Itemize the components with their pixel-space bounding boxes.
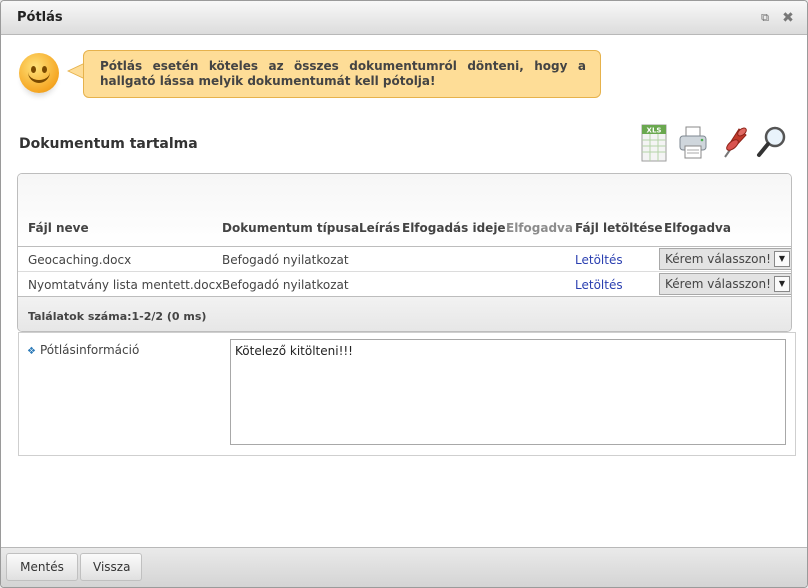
table-row: Nyomtatvány lista mentett.docx Befogadó …: [18, 272, 791, 297]
bottom-toolbar: Mentés Vissza: [1, 547, 807, 587]
close-icon[interactable]: ✖: [780, 10, 796, 26]
excel-export-icon[interactable]: XLS: [638, 123, 670, 163]
replacement-info-textarea[interactable]: Kötelező kitölteni!!!: [230, 339, 786, 445]
save-button[interactable]: Mentés: [6, 553, 78, 581]
col-accepted-select[interactable]: Elfogadva: [664, 221, 731, 235]
accepted-select[interactable]: Kérem válasszon! ▼: [659, 248, 791, 270]
file-name: Geocaching.docx: [28, 253, 132, 267]
chevron-down-icon[interactable]: ▼: [774, 276, 790, 292]
notice-bubble: Pótlás esetén köteles az összes dokument…: [83, 50, 601, 98]
document-type: Befogadó nyilatkozat: [222, 253, 349, 267]
replacement-info-section: ❖ Pótlásinformáció Kötelező kitölteni!!!: [18, 332, 796, 456]
col-acceptance-date[interactable]: Elfogadás ideje: [402, 221, 506, 235]
col-accepted[interactable]: Elfogadva: [506, 221, 573, 235]
pin-icon[interactable]: [717, 123, 749, 163]
search-icon[interactable]: [755, 123, 787, 163]
document-type: Befogadó nyilatkozat: [222, 278, 349, 292]
col-file-download[interactable]: Fájl letöltése: [575, 221, 663, 235]
download-link[interactable]: Letöltés: [575, 253, 623, 267]
popout-icon[interactable]: ⧉: [757, 10, 773, 26]
result-count: Találatok száma:1-2/2 (0 ms): [28, 310, 207, 323]
col-file-name[interactable]: Fájl neve: [28, 221, 89, 235]
smiley-icon: [19, 53, 59, 93]
potlas-window: Pótlás ⧉ ✖ Pótlás esetén köteles az össz…: [0, 0, 808, 588]
chevron-down-icon[interactable]: ▼: [774, 251, 790, 267]
col-description[interactable]: Leírás: [359, 221, 400, 235]
download-link[interactable]: Letöltés: [575, 278, 623, 292]
print-icon[interactable]: [677, 123, 709, 163]
document-grid: Fájl neve Dokumentum típusa Leírás Elfog…: [17, 173, 792, 332]
file-name: Nyomtatvány lista mentett.docx: [28, 278, 223, 292]
grid-footer: Találatok száma:1-2/2 (0 ms): [18, 297, 791, 331]
col-document-type[interactable]: Dokumentum típusa: [222, 221, 359, 235]
window-title: Pótlás: [17, 10, 63, 25]
table-row: Geocaching.docx Befogadó nyilatkozat Let…: [18, 247, 791, 272]
info-label: Pótlásinformáció: [39, 343, 140, 357]
accepted-select[interactable]: Kérem válasszon! ▼: [659, 273, 791, 295]
svg-text:XLS: XLS: [647, 127, 662, 135]
diamond-icon: ❖: [27, 346, 36, 357]
title-bar: Pótlás ⧉ ✖: [1, 1, 807, 35]
back-button[interactable]: Vissza: [80, 553, 142, 581]
section-title: Dokumentum tartalma: [19, 136, 198, 152]
grid-header: Fájl neve Dokumentum típusa Leírás Elfog…: [18, 174, 791, 247]
